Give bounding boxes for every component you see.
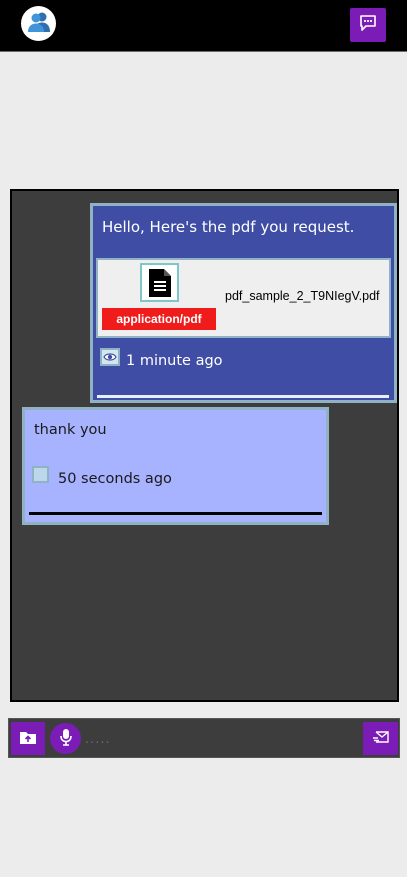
avatar[interactable] bbox=[21, 6, 56, 41]
message-time: 1 minute ago bbox=[126, 353, 223, 369]
send-mail-icon bbox=[372, 729, 390, 749]
eye-icon[interactable] bbox=[100, 348, 120, 366]
mime-type-badge: application/pdf bbox=[102, 308, 216, 330]
message-sent: Hello, Here's the pdf you request. appli… bbox=[90, 203, 397, 403]
chat-panel[interactable]: Hello, Here's the pdf you request. appli… bbox=[10, 189, 399, 702]
attachment-card[interactable]: application/pdf pdf_sample_2_T9NIegV.pdf bbox=[96, 258, 391, 338]
attach-file-button[interactable] bbox=[11, 722, 45, 755]
folder-upload-icon bbox=[19, 729, 37, 749]
microphone-button[interactable] bbox=[50, 723, 81, 754]
message-input[interactable] bbox=[85, 728, 355, 750]
divider bbox=[97, 395, 389, 398]
divider bbox=[29, 512, 322, 515]
composer bbox=[8, 718, 400, 758]
message-time: 50 seconds ago bbox=[58, 471, 172, 487]
message-text: Hello, Here's the pdf you request. bbox=[102, 218, 355, 236]
attachment-file-name[interactable]: pdf_sample_2_T9NIegV.pdf bbox=[225, 289, 380, 303]
send-button[interactable] bbox=[363, 722, 398, 755]
message-text: thank you bbox=[34, 422, 107, 438]
checkbox-icon[interactable] bbox=[32, 466, 49, 483]
top-bar bbox=[0, 0, 407, 52]
message-received: thank you 50 seconds ago bbox=[22, 407, 329, 525]
chat-button[interactable] bbox=[350, 8, 386, 42]
chat-bubble-icon bbox=[359, 14, 377, 36]
users-icon bbox=[26, 11, 52, 37]
document-icon bbox=[140, 263, 179, 302]
microphone-icon bbox=[59, 728, 73, 750]
